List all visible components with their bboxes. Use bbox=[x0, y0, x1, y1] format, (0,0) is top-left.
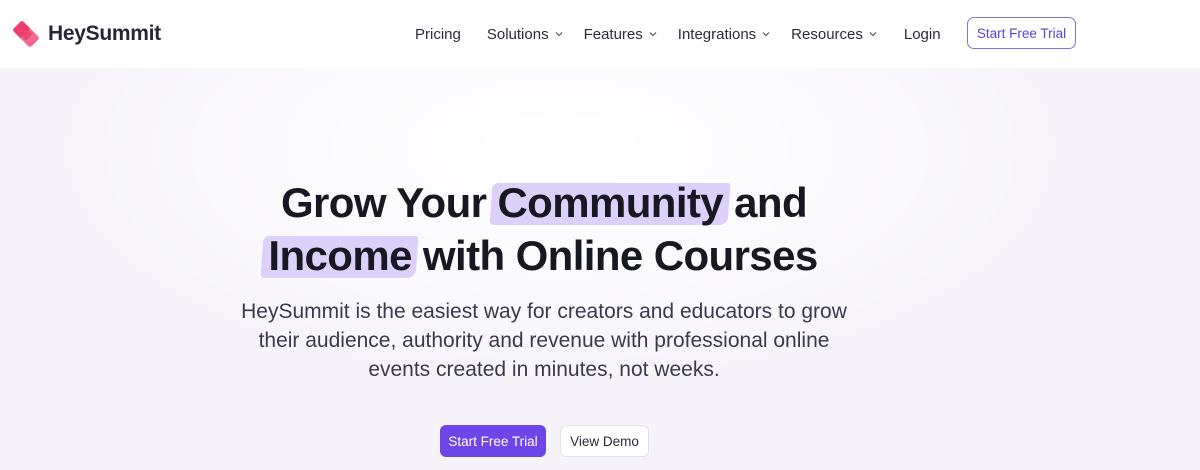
nav-item-label: Resources bbox=[791, 25, 863, 43]
nav-item-features[interactable]: Features bbox=[584, 26, 658, 43]
hero-headline-line-2: Income with Online Courses bbox=[0, 230, 1143, 282]
headline-highlight-community: Community bbox=[497, 177, 723, 229]
brand-logo[interactable]: HeySummit bbox=[12, 18, 161, 50]
headline-text: with Online Courses bbox=[411, 232, 818, 279]
header-start-free-trial-button[interactable]: Start Free Trial bbox=[967, 17, 1076, 49]
chevron-down-icon bbox=[762, 32, 770, 37]
nav-item-label: Pricing bbox=[415, 25, 461, 43]
headline-text: and bbox=[723, 179, 808, 226]
nav-item-pricing[interactable]: Pricing bbox=[415, 26, 461, 43]
chevron-down-icon bbox=[555, 32, 563, 37]
brand-name: HeySummit bbox=[48, 22, 161, 45]
chevron-down-icon bbox=[649, 32, 657, 37]
nav-item-login[interactable]: Login bbox=[904, 26, 941, 43]
nav-item-label: Login bbox=[903, 25, 941, 43]
main-nav: Pricing Solutions Features Integrations … bbox=[415, 22, 941, 46]
nav-item-label: Features bbox=[583, 25, 643, 43]
nav-item-label: Integrations bbox=[677, 25, 757, 43]
heysummit-logo-icon bbox=[13, 21, 39, 47]
view-demo-button[interactable]: View Demo bbox=[560, 425, 649, 457]
headline-text: Grow Your bbox=[280, 179, 498, 226]
start-free-trial-button[interactable]: Start Free Trial bbox=[440, 425, 546, 457]
nav-item-label: Solutions bbox=[486, 25, 549, 43]
hero-headline-line-1: Grow Your Community and bbox=[0, 177, 1144, 229]
nav-item-solutions[interactable]: Solutions bbox=[487, 26, 564, 43]
landing-page: HeySummit Pricing Solutions Features Int… bbox=[0, 0, 1200, 470]
site-header: HeySummit Pricing Solutions Features Int… bbox=[0, 0, 1200, 68]
nav-item-integrations[interactable]: Integrations bbox=[678, 26, 771, 43]
headline-highlight-income: Income bbox=[268, 230, 412, 282]
nav-item-resources[interactable]: Resources bbox=[791, 26, 878, 43]
hero-subtitle: HeySummit is the easiest way for creator… bbox=[241, 300, 847, 381]
chevron-down-icon bbox=[869, 32, 877, 37]
